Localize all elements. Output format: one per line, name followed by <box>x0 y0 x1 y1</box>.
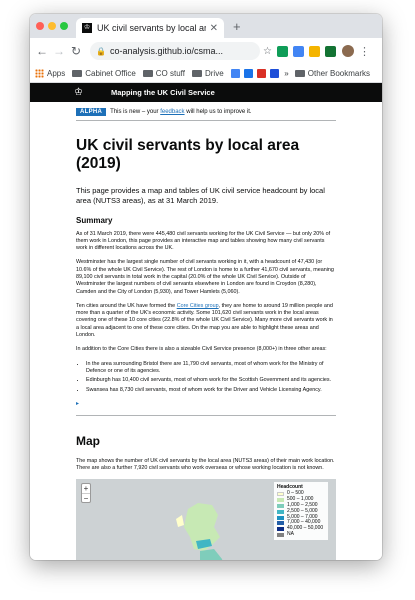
bookmarks-bar: Apps Cabinet Office CO stuff Drive » Oth… <box>30 64 382 83</box>
legend-swatch <box>277 492 284 497</box>
headcount-map[interactable]: + − Headcount 0 – 500 500 – 1,000 1,000 … <box>76 479 336 560</box>
tab-strip: ♔ UK civil servants by local area ✕ + <box>30 14 382 38</box>
site-header: ♔ Mapping the UK Civil Service <box>30 83 382 102</box>
reload-button[interactable]: ↻ <box>69 44 83 58</box>
profile-avatar[interactable] <box>341 45 354 57</box>
legend-swatch <box>277 521 284 526</box>
web-page: ♔ Mapping the UK Civil Service ALPHA Thi… <box>30 83 382 560</box>
tab-close-icon[interactable]: ✕ <box>210 23 218 34</box>
phase-text: This is new – your feedback will help us… <box>110 109 251 115</box>
browser-toolbar: ← → ↻ 🔒 co-analysis.github.io/csma... ☆ … <box>30 38 382 64</box>
paragraph-text: Ten cities around the UK have formed the <box>76 302 176 309</box>
summary-paragraph-3: Ten cities around the UK have formed the… <box>76 303 336 339</box>
phase-tag: ALPHA <box>76 108 107 116</box>
folder-icon <box>142 69 153 77</box>
bookmark-star-icon[interactable]: ☆ <box>263 46 272 57</box>
bookmark-icon-4[interactable] <box>269 68 279 78</box>
chevron-right-icon: » <box>284 68 289 78</box>
tab-title: UK civil servants by local area <box>97 23 206 33</box>
address-bar[interactable]: 🔒 co-analysis.github.io/csma... <box>90 42 260 60</box>
map-intro: The map shows the number of UK civil ser… <box>76 457 335 472</box>
bookmark-label: Apps <box>47 68 66 78</box>
bookmark-co-stuff[interactable]: CO stuff <box>142 68 185 78</box>
summary-paragraph-4: In addition to the Core Cities there is … <box>76 346 327 353</box>
lock-icon: 🔒 <box>96 46 106 56</box>
list-item: In the area surrounding Bristol there ar… <box>86 361 336 376</box>
apps-grid-icon <box>35 68 44 78</box>
browser-window: ♔ UK civil servants by local area ✕ + ← … <box>30 14 382 560</box>
browser-menu-icon[interactable]: ⋮ <box>359 45 370 58</box>
summary-heading: Summary <box>76 215 113 225</box>
bookmark-label: Cabinet Office <box>85 68 136 78</box>
phase-banner: ALPHA This is new – your feedback will h… <box>76 108 336 121</box>
map-heading: Map <box>76 433 100 448</box>
legend-swatch <box>277 509 284 514</box>
bookmark-label: Drive <box>204 68 224 78</box>
extension-icon-2[interactable] <box>292 45 304 57</box>
phase-text-after: will help us to improve it. <box>186 109 252 115</box>
core-cities-link[interactable]: Core Cities group <box>177 303 219 309</box>
page-title: UK civil servants by local area (2019) <box>76 137 300 172</box>
forward-button[interactable]: → <box>52 44 66 58</box>
bookmark-icon-3[interactable] <box>256 68 266 78</box>
folder-icon <box>191 69 202 77</box>
folder-icon <box>72 69 83 77</box>
minimize-window-button[interactable] <box>48 22 56 30</box>
legend-swatch <box>277 498 284 503</box>
extension-icon-1[interactable] <box>276 45 288 57</box>
zoom-controls: + − <box>81 483 91 504</box>
lead-paragraph: This page provides a map and tables of U… <box>76 186 325 205</box>
list-item: Edinburgh has 10,400 civil servants, mos… <box>86 377 336 384</box>
crown-favicon-icon: ♔ <box>82 23 92 33</box>
close-window-button[interactable] <box>36 22 44 30</box>
legend-swatch <box>277 503 284 508</box>
main-content: ALPHA This is new – your feedback will h… <box>30 108 382 560</box>
summary-paragraph-1: As of 31 March 2019, there were 445,480 … <box>76 230 331 252</box>
back-button[interactable]: ← <box>35 44 49 58</box>
details-toggle-icon[interactable]: ▸ <box>76 400 336 407</box>
crown-logo-icon[interactable]: ♔ <box>74 87 83 98</box>
other-bookmarks-label: Other Bookmarks <box>307 68 370 78</box>
bookmark-icon-1[interactable] <box>230 68 240 78</box>
phase-text-before: This is new – your <box>110 109 159 115</box>
bookmark-label: CO stuff <box>155 68 185 78</box>
list-item: Swansea has 8,730 civil servants, most o… <box>86 387 336 394</box>
other-areas-list: In the area surrounding Bristol there ar… <box>76 361 336 394</box>
legend-swatch <box>277 527 284 532</box>
browser-tab[interactable]: ♔ UK civil servants by local area ✕ <box>76 18 224 38</box>
url-text: co-analysis.github.io/csma... <box>109 46 224 56</box>
section-divider <box>76 414 336 416</box>
legend-label: NA <box>287 531 294 538</box>
bookmark-apps[interactable]: Apps <box>35 68 66 78</box>
bookmark-icon-2[interactable] <box>243 68 253 78</box>
legend-swatch <box>277 515 284 520</box>
service-name[interactable]: Mapping the UK Civil Service <box>111 88 215 97</box>
map-legend: Headcount 0 – 500 500 – 1,000 1,000 – 2,… <box>274 482 328 540</box>
feedback-link[interactable]: feedback <box>160 109 184 115</box>
extension-icon-4[interactable] <box>324 45 336 57</box>
maximize-window-button[interactable] <box>60 22 68 30</box>
extension-icon-3[interactable] <box>308 45 320 57</box>
legend-row: NA <box>277 531 325 538</box>
zoom-out-button[interactable]: − <box>82 493 90 503</box>
summary-paragraph-2: Westminster has the largest single numbe… <box>76 259 334 295</box>
legend-swatch <box>277 532 284 537</box>
folder-icon <box>294 69 305 77</box>
bookmark-cabinet-office[interactable]: Cabinet Office <box>72 69 136 78</box>
other-bookmarks[interactable]: » Other Bookmarks <box>284 69 370 78</box>
new-tab-button[interactable]: + <box>233 19 241 34</box>
bookmark-drive[interactable]: Drive <box>191 68 224 78</box>
zoom-in-button[interactable]: + <box>82 484 90 493</box>
